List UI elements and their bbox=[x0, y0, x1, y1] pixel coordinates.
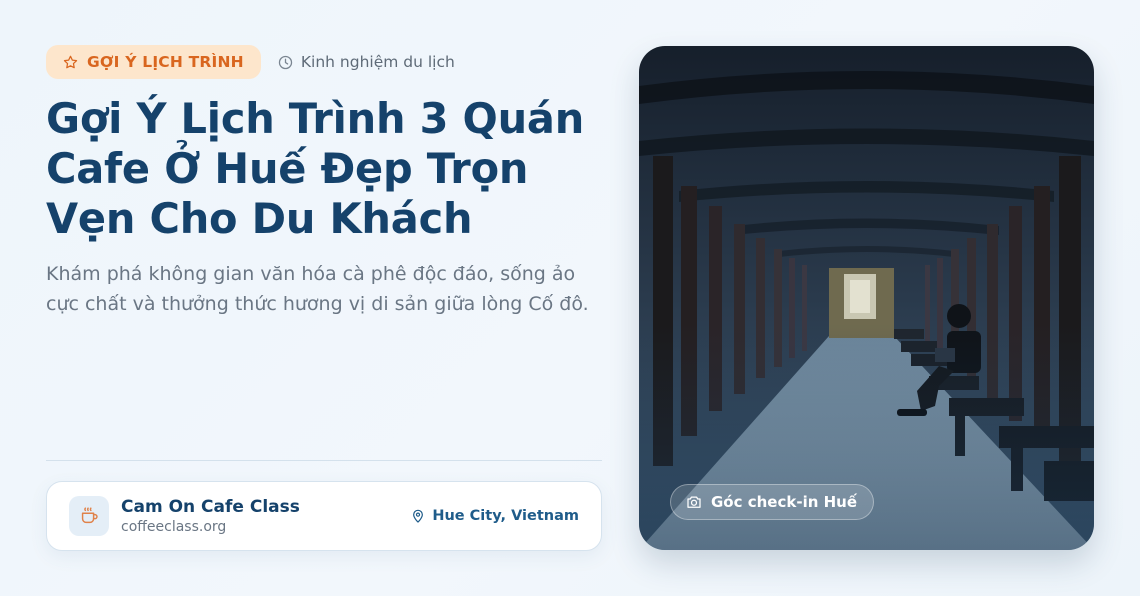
location: Hue City, Vietnam bbox=[410, 508, 579, 524]
category-meta[interactable]: Kinh nghiệm du lịch bbox=[277, 53, 455, 71]
check-in-chip[interactable]: Góc check-in Huế bbox=[670, 484, 875, 520]
hero-photo: Góc check-in Huế bbox=[639, 46, 1094, 550]
source-url[interactable]: coffeeclass.org bbox=[121, 518, 300, 536]
article-subtitle: Khám phá không gian văn hóa cà phê độc đ… bbox=[46, 263, 589, 315]
star-icon bbox=[62, 54, 79, 71]
source-text: Cam On Cafe Class coffeeclass.org bbox=[121, 496, 300, 536]
article-panel: GỢI Ý LỊCH TRÌNH Kinh nghiệm du lịch Gợi… bbox=[46, 45, 602, 551]
category-badge[interactable]: GỢI Ý LỊCH TRÌNH bbox=[46, 45, 261, 79]
camera-icon bbox=[685, 493, 703, 511]
badge-label: GỢI Ý LỊCH TRÌNH bbox=[87, 53, 244, 71]
source-name: Cam On Cafe Class bbox=[121, 497, 300, 517]
check-in-label: Góc check-in Huế bbox=[711, 493, 858, 511]
location-label: Hue City, Vietnam bbox=[432, 508, 579, 524]
clock-icon bbox=[277, 54, 294, 71]
category-label: Kinh nghiệm du lịch bbox=[300, 53, 455, 71]
article-title: Gợi Ý Lịch Trình 3 Quán Cafe Ở Huế Đẹp T… bbox=[46, 94, 585, 243]
source-card[interactable]: Cam On Cafe Class coffeeclass.org Hue Ci… bbox=[46, 481, 602, 551]
meta-row: GỢI Ý LỊCH TRÌNH Kinh nghiệm du lịch bbox=[46, 45, 602, 79]
divider bbox=[46, 460, 602, 461]
corridor-photo bbox=[639, 46, 1094, 550]
coffee-cup-icon bbox=[69, 496, 109, 536]
map-pin-icon bbox=[410, 508, 426, 524]
